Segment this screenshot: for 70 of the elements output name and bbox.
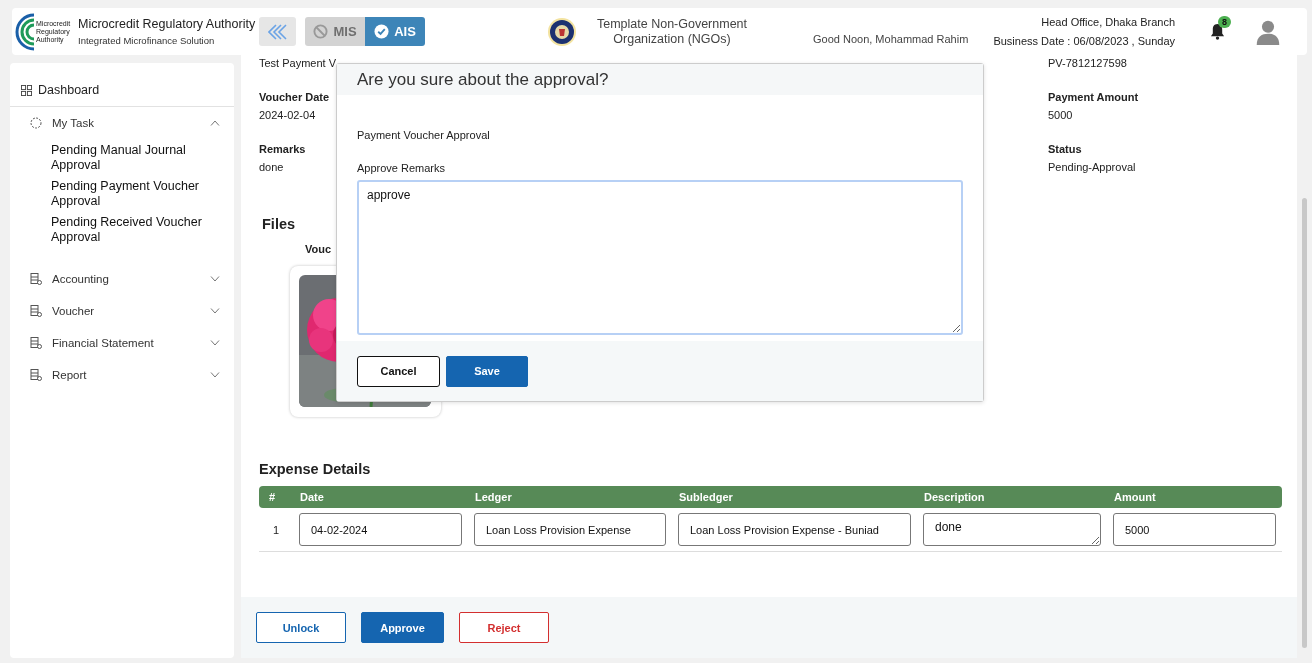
chevron-icon <box>210 276 220 282</box>
document-icon <box>30 305 42 317</box>
subledger-field[interactable]: Loan Loss Provision Expense - Buniad <box>678 513 911 546</box>
column-header: Ledger <box>474 491 513 503</box>
sidebar-item[interactable]: Voucher <box>10 295 234 327</box>
spinner-icon <box>30 117 42 129</box>
field-label: Status <box>1048 143 1082 155</box>
section-heading: Expense Details <box>259 461 372 477</box>
field-value: 5000 <box>1048 109 1073 121</box>
notification-badge: 8 <box>1218 16 1231 28</box>
field-value: 2024-02-04 <box>259 109 316 121</box>
greeting: Good Noon, Mohammad Rahim <box>813 32 970 45</box>
sidebar-subitem[interactable]: Pending Received Voucher Approval <box>51 215 214 245</box>
column-header: Date <box>299 491 325 503</box>
emblem-icon <box>547 16 577 47</box>
date-field[interactable]: 04-02-2024 <box>299 513 462 546</box>
sidebar-subitem[interactable]: Pending Payment Voucher Approval <box>51 179 214 209</box>
organization-name: Template Non-Government Organization (NGOs) <box>595 16 749 47</box>
document-icon <box>30 369 42 381</box>
amount-field[interactable]: 5000 <box>1113 513 1276 546</box>
scrollbar[interactable] <box>1302 198 1307 648</box>
field-label: Approve Remarks <box>357 162 446 174</box>
sidebar-item[interactable]: Dashboard <box>21 83 234 97</box>
chevron-icon <box>210 308 220 314</box>
ledger-field[interactable]: Loan Loss Provision Expense <box>474 513 666 546</box>
dialog-button[interactable]: Save <box>446 355 528 387</box>
chevron-icon <box>210 120 220 126</box>
sidebar-subitem[interactable]: Pending Manual Journal Approval <box>51 143 214 173</box>
dialog-button[interactable]: Cancel <box>357 355 440 387</box>
branch-name: Head Office, Dhaka Branch <box>1041 16 1175 28</box>
field-value: PV-7812127598 <box>1048 57 1127 69</box>
org-title: Microcredit Regulatory Authority <box>78 17 256 31</box>
file-caption: Vouc <box>305 243 333 255</box>
document-icon <box>30 337 42 349</box>
chevron-icon <box>210 340 220 346</box>
section-heading: Files <box>262 216 297 232</box>
sidebar-item[interactable]: Accounting <box>10 263 234 295</box>
sidebar-item[interactable]: Financial Statement <box>10 327 234 359</box>
block-icon <box>313 24 329 39</box>
field-value: Pending-Approval <box>1048 161 1136 173</box>
org-subtitle: Integrated Microfinance Solution <box>78 35 216 46</box>
action-button[interactable]: Approve <box>361 612 444 643</box>
table-cell: 1 <box>272 523 280 536</box>
dialog-subtitle: Payment Voucher Approval <box>357 129 490 141</box>
column-header: # <box>268 491 277 503</box>
dialog-title: Are you sure about the approval? <box>357 69 609 90</box>
field-label: Remarks <box>259 143 306 155</box>
field-value: Test Payment V <box>259 57 337 69</box>
action-button[interactable]: Unlock <box>256 612 346 643</box>
description-field[interactable]: done <box>923 513 1101 546</box>
column-header: Description <box>923 491 986 503</box>
column-header: Amount <box>1113 491 1157 503</box>
sidebar-item[interactable]: Report <box>10 359 234 391</box>
double-chevron-icon <box>268 23 287 40</box>
field-value: done <box>259 161 284 173</box>
field-label: Voucher Date <box>259 91 330 103</box>
bell-icon[interactable] <box>1210 23 1225 40</box>
field-label: Payment Amount <box>1048 91 1139 103</box>
column-header: Subledger <box>678 491 734 503</box>
business-date: Business Date : 06/08/2023 , Sunday <box>993 35 1175 47</box>
collapse-button[interactable] <box>259 17 296 46</box>
chevron-icon <box>210 372 220 378</box>
remarks-field[interactable]: approve <box>357 180 963 335</box>
check-icon <box>374 24 390 39</box>
mode-tab[interactable]: AIS <box>365 17 425 46</box>
document-icon <box>30 273 42 285</box>
logo-icon <box>15 12 35 51</box>
sidebar-item[interactable]: My Task <box>10 107 234 139</box>
action-button[interactable]: Reject <box>459 612 549 643</box>
grid-icon <box>21 84 32 96</box>
